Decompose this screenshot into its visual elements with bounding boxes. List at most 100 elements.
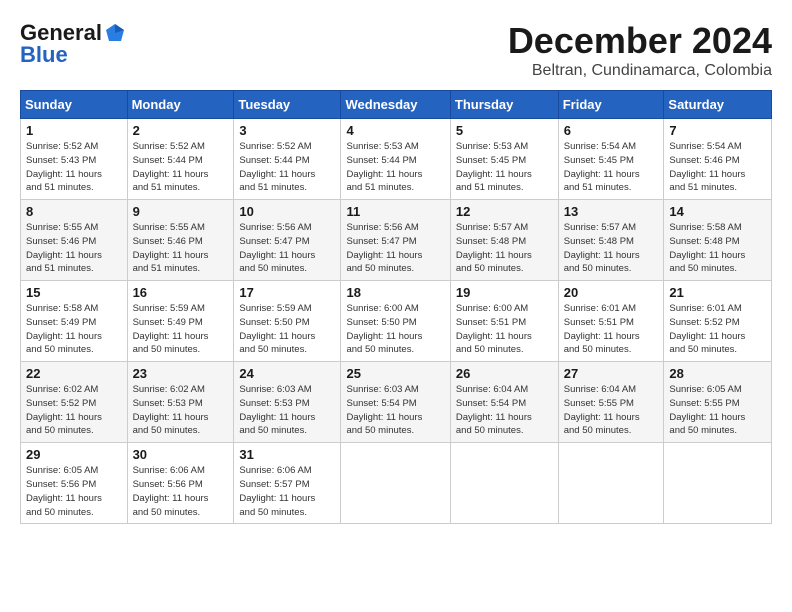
day-number: 29: [26, 447, 122, 462]
day-detail: Sunrise: 5:58 AM Sunset: 5:48 PM Dayligh…: [669, 222, 745, 274]
page-header: General Blue December 2024 Beltran, Cund…: [20, 20, 772, 80]
calendar-day-cell: 9 Sunrise: 5:55 AM Sunset: 5:46 PM Daylig…: [127, 200, 234, 281]
day-number: 6: [564, 123, 659, 138]
calendar-week-row: 8 Sunrise: 5:55 AM Sunset: 5:46 PM Daylig…: [21, 200, 772, 281]
calendar-week-row: 15Sunrise: 5:58 AM Sunset: 5:49 PM Dayli…: [21, 281, 772, 362]
day-number: 18: [346, 285, 444, 300]
calendar-day-cell: 16 Sunrise: 5:59 AM Sunset: 5:49 PM Dayli…: [127, 281, 234, 362]
calendar-week-row: 22 Sunrise: 6:02 AM Sunset: 5:52 PM Dayli…: [21, 362, 772, 443]
day-detail: Sunrise: 6:01 AM Sunset: 5:52 PM Dayligh…: [669, 303, 745, 355]
calendar-day-cell: 26 Sunrise: 6:04 AM Sunset: 5:54 PM Dayli…: [450, 362, 558, 443]
calendar-day-cell: 3 Sunrise: 5:52 AM Sunset: 5:44 PM Daylig…: [234, 119, 341, 200]
calendar-day-header: Saturday: [664, 91, 772, 119]
day-number: 17: [239, 285, 335, 300]
day-detail: Sunrise: 5:59 AM Sunset: 5:49 PM Dayligh…: [133, 303, 209, 355]
day-detail: Sunrise: 5:52 AM Sunset: 5:43 PM Dayligh…: [26, 141, 102, 193]
logo-blue: Blue: [20, 42, 68, 68]
calendar-day-header: Wednesday: [341, 91, 450, 119]
day-detail: Sunrise: 6:03 AM Sunset: 5:53 PM Dayligh…: [239, 384, 315, 436]
calendar-day-cell: 24 Sunrise: 6:03 AM Sunset: 5:53 PM Dayli…: [234, 362, 341, 443]
calendar-day-cell: 13 Sunrise: 5:57 AM Sunset: 5:48 PM Dayli…: [558, 200, 664, 281]
day-number: 8: [26, 204, 122, 219]
calendar-header-row: SundayMondayTuesdayWednesdayThursdayFrid…: [21, 91, 772, 119]
calendar-table: SundayMondayTuesdayWednesdayThursdayFrid…: [20, 90, 772, 524]
calendar-day-cell: 6 Sunrise: 5:54 AM Sunset: 5:45 PM Daylig…: [558, 119, 664, 200]
day-number: 13: [564, 204, 659, 219]
calendar-day-cell: [341, 443, 450, 524]
calendar-day-cell: 19 Sunrise: 6:00 AM Sunset: 5:51 PM Dayli…: [450, 281, 558, 362]
day-detail: Sunrise: 5:56 AM Sunset: 5:47 PM Dayligh…: [346, 222, 422, 274]
day-detail: Sunrise: 6:06 AM Sunset: 5:56 PM Dayligh…: [133, 465, 209, 517]
day-detail: Sunrise: 5:53 AM Sunset: 5:45 PM Dayligh…: [456, 141, 532, 193]
day-detail: Sunrise: 6:06 AM Sunset: 5:57 PM Dayligh…: [239, 465, 315, 517]
day-number: 2: [133, 123, 229, 138]
day-detail: Sunrise: 5:59 AM Sunset: 5:50 PM Dayligh…: [239, 303, 315, 355]
day-detail: Sunrise: 6:05 AM Sunset: 5:55 PM Dayligh…: [669, 384, 745, 436]
day-number: 27: [564, 366, 659, 381]
calendar-day-header: Monday: [127, 91, 234, 119]
day-number: 22: [26, 366, 122, 381]
day-number: 3: [239, 123, 335, 138]
day-number: 16: [133, 285, 229, 300]
day-number: 19: [456, 285, 553, 300]
calendar-day-cell: 25Sunrise: 6:03 AM Sunset: 5:54 PM Dayli…: [341, 362, 450, 443]
day-number: 14: [669, 204, 766, 219]
day-detail: Sunrise: 6:00 AM Sunset: 5:50 PM Dayligh…: [346, 303, 422, 355]
location-title: Beltran, Cundinamarca, Colombia: [508, 62, 772, 80]
day-number: 25: [346, 366, 444, 381]
calendar-day-header: Thursday: [450, 91, 558, 119]
calendar-body: 1 Sunrise: 5:52 AM Sunset: 5:43 PM Daylig…: [21, 119, 772, 524]
day-detail: Sunrise: 5:55 AM Sunset: 5:46 PM Dayligh…: [133, 222, 209, 274]
calendar-day-cell: 29Sunrise: 6:05 AM Sunset: 5:56 PM Dayli…: [21, 443, 128, 524]
day-detail: Sunrise: 5:57 AM Sunset: 5:48 PM Dayligh…: [564, 222, 640, 274]
day-number: 10: [239, 204, 335, 219]
day-number: 4: [346, 123, 444, 138]
day-detail: Sunrise: 5:57 AM Sunset: 5:48 PM Dayligh…: [456, 222, 532, 274]
day-number: 21: [669, 285, 766, 300]
day-number: 26: [456, 366, 553, 381]
day-number: 9: [133, 204, 229, 219]
day-detail: Sunrise: 5:54 AM Sunset: 5:46 PM Dayligh…: [669, 141, 745, 193]
calendar-day-header: Tuesday: [234, 91, 341, 119]
calendar-day-cell: 14 Sunrise: 5:58 AM Sunset: 5:48 PM Dayli…: [664, 200, 772, 281]
calendar-day-cell: 20 Sunrise: 6:01 AM Sunset: 5:51 PM Dayli…: [558, 281, 664, 362]
calendar-week-row: 29Sunrise: 6:05 AM Sunset: 5:56 PM Dayli…: [21, 443, 772, 524]
calendar-day-cell: 23 Sunrise: 6:02 AM Sunset: 5:53 PM Dayli…: [127, 362, 234, 443]
day-detail: Sunrise: 6:04 AM Sunset: 5:54 PM Dayligh…: [456, 384, 532, 436]
day-number: 23: [133, 366, 229, 381]
day-detail: Sunrise: 6:02 AM Sunset: 5:52 PM Dayligh…: [26, 384, 102, 436]
day-number: 31: [239, 447, 335, 462]
day-number: 11: [346, 204, 444, 219]
day-number: 24: [239, 366, 335, 381]
day-detail: Sunrise: 5:56 AM Sunset: 5:47 PM Dayligh…: [239, 222, 315, 274]
logo: General Blue: [20, 20, 126, 68]
day-number: 20: [564, 285, 659, 300]
calendar-day-cell: 22 Sunrise: 6:02 AM Sunset: 5:52 PM Dayli…: [21, 362, 128, 443]
title-area: December 2024 Beltran, Cundinamarca, Col…: [508, 20, 772, 80]
month-title: December 2024: [508, 20, 772, 62]
calendar-day-cell: 8 Sunrise: 5:55 AM Sunset: 5:46 PM Daylig…: [21, 200, 128, 281]
day-number: 15: [26, 285, 122, 300]
calendar-day-cell: 1 Sunrise: 5:52 AM Sunset: 5:43 PM Daylig…: [21, 119, 128, 200]
calendar-day-cell: 7Sunrise: 5:54 AM Sunset: 5:46 PM Daylig…: [664, 119, 772, 200]
day-detail: Sunrise: 5:52 AM Sunset: 5:44 PM Dayligh…: [239, 141, 315, 193]
day-number: 30: [133, 447, 229, 462]
day-number: 1: [26, 123, 122, 138]
day-detail: Sunrise: 5:55 AM Sunset: 5:46 PM Dayligh…: [26, 222, 102, 274]
day-detail: Sunrise: 6:00 AM Sunset: 5:51 PM Dayligh…: [456, 303, 532, 355]
calendar-day-cell: 17 Sunrise: 5:59 AM Sunset: 5:50 PM Dayli…: [234, 281, 341, 362]
day-number: 12: [456, 204, 553, 219]
day-detail: Sunrise: 6:02 AM Sunset: 5:53 PM Dayligh…: [133, 384, 209, 436]
calendar-week-row: 1 Sunrise: 5:52 AM Sunset: 5:43 PM Daylig…: [21, 119, 772, 200]
calendar-day-cell: 31 Sunrise: 6:06 AM Sunset: 5:57 PM Dayli…: [234, 443, 341, 524]
calendar-day-header: Friday: [558, 91, 664, 119]
day-detail: Sunrise: 5:54 AM Sunset: 5:45 PM Dayligh…: [564, 141, 640, 193]
calendar-day-cell: 30 Sunrise: 6:06 AM Sunset: 5:56 PM Dayli…: [127, 443, 234, 524]
day-number: 28: [669, 366, 766, 381]
day-detail: Sunrise: 6:04 AM Sunset: 5:55 PM Dayligh…: [564, 384, 640, 436]
day-detail: Sunrise: 6:01 AM Sunset: 5:51 PM Dayligh…: [564, 303, 640, 355]
calendar-day-cell: 21 Sunrise: 6:01 AM Sunset: 5:52 PM Dayli…: [664, 281, 772, 362]
calendar-day-cell: 27 Sunrise: 6:04 AM Sunset: 5:55 PM Dayli…: [558, 362, 664, 443]
calendar-day-cell: 2Sunrise: 5:52 AM Sunset: 5:44 PM Daylig…: [127, 119, 234, 200]
day-number: 5: [456, 123, 553, 138]
